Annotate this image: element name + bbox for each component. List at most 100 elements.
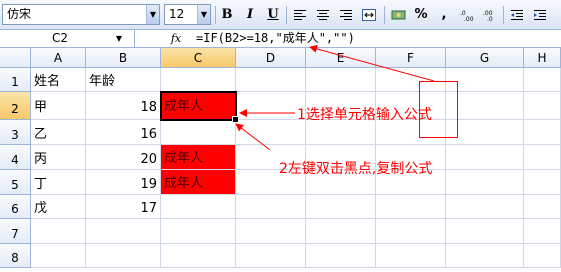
cell-a2[interactable]: 甲	[31, 92, 86, 120]
cell-g8[interactable]	[446, 244, 524, 268]
font-name-value: 仿宋	[7, 7, 32, 21]
cell-c2[interactable]: 成年人	[161, 92, 236, 120]
decrease-decimal-icon: .00.0	[483, 10, 493, 22]
cell-c3[interactable]	[161, 120, 236, 145]
increase-decimal-button[interactable]: .0.00	[457, 5, 477, 25]
cell-g2[interactable]	[446, 92, 524, 120]
increase-indent-button[interactable]	[530, 5, 550, 25]
currency-button[interactable]	[388, 5, 408, 25]
step2-annotation: 2左键双击黑点,复制公式	[279, 161, 433, 177]
comma-style-button[interactable]: ,	[434, 5, 454, 25]
row-header-6[interactable]: 6	[0, 195, 31, 219]
cell-f6[interactable]	[376, 195, 446, 219]
column-header-h[interactable]: H	[524, 48, 561, 68]
column-header-b[interactable]: B	[86, 48, 161, 68]
toolbar-separator	[503, 6, 504, 24]
cell-b2[interactable]: 18	[86, 92, 161, 120]
bold-button[interactable]: B	[217, 5, 237, 25]
cell-g5[interactable]	[446, 170, 524, 195]
cell-f7[interactable]	[376, 219, 446, 244]
cell-e7[interactable]	[306, 219, 376, 244]
chevron-down-icon[interactable]: ▼	[197, 5, 210, 24]
cell-e8[interactable]	[306, 244, 376, 268]
cell-c4[interactable]: 成年人	[161, 145, 236, 170]
row-header-8[interactable]: 8	[0, 244, 31, 268]
column-header-c[interactable]: C	[161, 48, 236, 68]
cell-c1[interactable]	[161, 68, 236, 92]
font-size-select[interactable]: 12 ▼	[164, 4, 211, 25]
align-left-button[interactable]	[290, 5, 310, 25]
cell-h7[interactable]	[524, 219, 561, 244]
cell-a6[interactable]: 戊	[31, 195, 86, 219]
cell-h8[interactable]	[524, 244, 561, 268]
cell-g7[interactable]	[446, 219, 524, 244]
row-header-3[interactable]: 3	[0, 120, 31, 145]
cell-d8[interactable]	[236, 244, 306, 268]
formula-input[interactable]: =IF(B2>=18,"成年人","")	[196, 30, 355, 47]
chevron-down-icon[interactable]: ▼	[146, 5, 159, 24]
row-header-7[interactable]: 7	[0, 219, 31, 244]
row-header-5[interactable]: 5	[0, 170, 31, 195]
row-header-2[interactable]: 2	[0, 92, 31, 120]
decrease-indent-button[interactable]	[507, 5, 527, 25]
cell-c7[interactable]	[161, 219, 236, 244]
merge-center-button[interactable]	[359, 5, 379, 25]
cell-b8[interactable]	[86, 244, 161, 268]
font-name-select[interactable]: 仿宋 ▼	[2, 4, 160, 25]
cell-d2[interactable]	[236, 92, 306, 120]
cell-e6[interactable]	[306, 195, 376, 219]
name-box[interactable]: C2 ▼	[0, 30, 135, 47]
cell-b1[interactable]: 年龄	[86, 68, 161, 92]
cell-b5[interactable]: 19	[86, 170, 161, 195]
insert-function-button[interactable]: fx	[166, 30, 186, 47]
cell-a4[interactable]: 丙	[31, 145, 86, 170]
align-right-button[interactable]	[336, 5, 356, 25]
cell-h6[interactable]	[524, 195, 561, 219]
cell-g3[interactable]	[446, 120, 524, 145]
decrease-decimal-button[interactable]: .00.0	[480, 5, 500, 25]
row-header-1[interactable]: 1	[0, 68, 31, 92]
cell-h4[interactable]	[524, 145, 561, 170]
svg-text:.00: .00	[464, 16, 474, 22]
cell-c6[interactable]	[161, 195, 236, 219]
underline-button[interactable]: U	[263, 5, 283, 25]
cell-h5[interactable]	[524, 170, 561, 195]
cell-b6[interactable]: 17	[86, 195, 161, 219]
cell-a7[interactable]	[31, 219, 86, 244]
cell-g1[interactable]	[446, 68, 524, 92]
select-all-corner[interactable]	[0, 48, 31, 68]
align-center-button[interactable]	[313, 5, 333, 25]
cell-c5[interactable]: 成年人	[161, 170, 236, 195]
column-header-g[interactable]: G	[446, 48, 524, 68]
column-header-a[interactable]: A	[31, 48, 86, 68]
cell-d1[interactable]	[236, 68, 306, 92]
italic-button[interactable]: I	[240, 5, 260, 25]
cell-d7[interactable]	[236, 219, 306, 244]
cell-a8[interactable]	[31, 244, 86, 268]
cell-g6[interactable]	[446, 195, 524, 219]
cell-g4[interactable]	[446, 145, 524, 170]
cell-a5[interactable]: 丁	[31, 170, 86, 195]
cell-a3[interactable]: 乙	[31, 120, 86, 145]
cell-h3[interactable]	[524, 120, 561, 145]
cell-b4[interactable]: 20	[86, 145, 161, 170]
row-header-4[interactable]: 4	[0, 145, 31, 170]
cell-a1[interactable]: 姓名	[31, 68, 86, 92]
cell-e1[interactable]	[306, 68, 376, 92]
align-left-icon	[294, 10, 306, 20]
column-header-f[interactable]: F	[376, 48, 446, 68]
cell-d3[interactable]	[236, 120, 306, 145]
cell-h2[interactable]	[524, 92, 561, 120]
cell-f8[interactable]	[376, 244, 446, 268]
cell-f1[interactable]	[376, 68, 446, 92]
name-box-value: C2	[51, 31, 68, 45]
cell-b3[interactable]: 16	[86, 120, 161, 145]
percent-button[interactable]: %	[411, 5, 431, 25]
chevron-down-icon[interactable]: ▼	[116, 31, 122, 46]
cell-d6[interactable]	[236, 195, 306, 219]
cell-h1[interactable]	[524, 68, 561, 92]
column-header-d[interactable]: D	[236, 48, 306, 68]
cell-b7[interactable]	[86, 219, 161, 244]
cell-c8[interactable]	[161, 244, 236, 268]
column-header-e[interactable]: E	[306, 48, 376, 68]
